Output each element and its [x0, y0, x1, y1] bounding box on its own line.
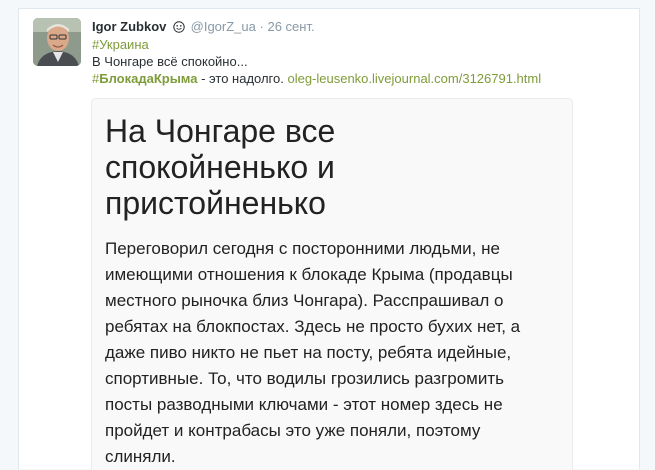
article-body-line: имеющими отношения к блокаде Крыма (прод…	[105, 265, 513, 284]
article-url-link[interactable]: oleg-leusenko.livejournal.com/3126791.ht…	[287, 71, 541, 86]
article-body-line: слиняли.	[105, 447, 176, 466]
article-title: На Чонгаре все спокойненько и пристойнен…	[105, 113, 545, 221]
article-title-line: пристойненько	[105, 185, 326, 221]
tweet-timestamp[interactable]: 26 сент.	[267, 19, 314, 34]
article-body: Переговорил сегодня с посторонними людьм…	[105, 236, 570, 470]
article-body-line: спортивные. То, что водилы грозились раз…	[105, 369, 505, 388]
tweet-line-3-text: - это надолго.	[197, 71, 288, 86]
author-screen-name[interactable]: @IgorZ_ua	[191, 19, 256, 34]
hashtag-word: БлокадаКрыма	[99, 71, 198, 86]
article-body-line: посты разводными ключами - этот номер зд…	[105, 395, 503, 414]
tweet-line-1: #Украина	[92, 36, 631, 53]
article-body-line: Переговорил сегодня с посторонними людьм…	[105, 239, 500, 258]
article-preview-card[interactable]: На Чонгаре все спокойненько и пристойнен…	[91, 98, 573, 470]
author-fullname[interactable]: Igor Zubkov	[92, 19, 166, 34]
article-body-line: местного рыночка близ Чонгара). Расспраш…	[105, 291, 504, 310]
separator-dot: ·	[259, 19, 264, 34]
article-title-line: спокойненько и	[105, 149, 335, 185]
article-title-line: На Чонгаре все	[105, 113, 336, 149]
hashtag-blockade-crimea-link[interactable]: #БлокадаКрыма	[92, 71, 197, 86]
tweet-line-3: #БлокадаКрыма - это надолго. oleg-leusen…	[92, 70, 631, 87]
tweet-text: #Украина В Чонгаре всё спокойно... #Блок…	[92, 36, 631, 87]
tweet-card: Igor Zubkov @IgorZ_ua · 26 сент. #Украин…	[18, 8, 640, 470]
avatar-photo	[33, 18, 81, 66]
tweet-header: Igor Zubkov @IgorZ_ua · 26 сент.	[92, 18, 629, 37]
avatar[interactable]	[33, 18, 81, 66]
smiley-badge-icon	[173, 20, 185, 37]
hashtag-ukraine-link[interactable]: #Украина	[92, 37, 149, 52]
article-body-line: даже пиво никто не пьет на посту, ребята…	[105, 343, 512, 362]
tweet-line-2: В Чонгаре всё спокойно...	[92, 54, 248, 69]
article-body-line: ребятах на блокпостах. Здесь не просто б…	[105, 317, 521, 336]
article-body-line: пройдет и контрабасы это уже поняли, поэ…	[105, 421, 481, 440]
